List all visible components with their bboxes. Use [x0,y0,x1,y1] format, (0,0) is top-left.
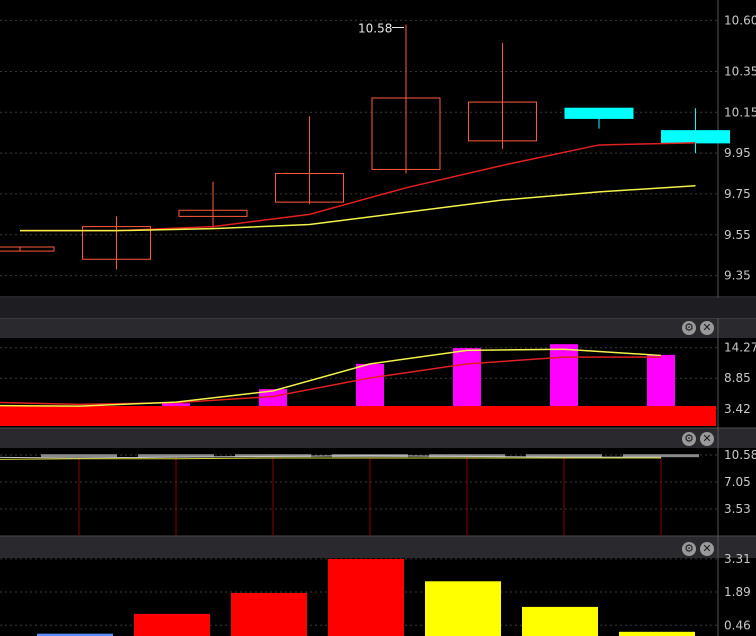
indicator-bar [522,606,598,636]
y-tick-label: 10.60 [724,13,756,27]
indicator-bar [231,592,307,636]
y-tick-label: 3.31 [724,552,751,566]
y-tick-label: 10.35 [724,64,756,78]
volume-bar [550,344,578,406]
y-tick-label: 9.35 [724,269,751,283]
gear-icon[interactable]: ⚙ [682,432,696,446]
candle-body [564,107,634,119]
volume-bar [647,354,675,406]
y-tick-label: 3.53 [724,502,751,516]
volume-bar [453,348,481,406]
y-tick-label: 7.05 [724,475,751,489]
indicator-cap [41,454,117,458]
y-tick-label: 9.55 [724,228,751,242]
panel-header [0,428,756,448]
y-tick-label: 10.15 [724,105,756,119]
indicator-bar [425,581,501,636]
indicator-bar [328,558,404,636]
stock-chart: 10.60 10.35 10.15 9.95 9.75 9.55 9.35 14.27 8.85… [0,0,756,636]
y-tick-label: 3.42 [724,402,751,416]
candle-body [0,246,55,252]
panel-header [0,318,756,338]
panel-header [0,536,756,558]
y-tick-label: 9.95 [724,146,751,160]
gear-icon[interactable]: ⚙ [682,321,696,335]
indicator-bar [134,613,210,636]
volume-bar [356,363,384,406]
close-icon[interactable]: ✕ [700,432,714,446]
y-tick-label: 0.46 [724,618,751,632]
max-price-label: 10.58 [358,21,392,35]
close-icon[interactable]: ✕ [700,321,714,335]
y-tick-label: 14.27 [724,341,756,355]
indicator-bar [619,631,695,636]
volume-bar [162,403,190,406]
y-tick-label: 1.89 [724,585,751,599]
y-tick-label: 9.75 [724,187,751,201]
gear-icon[interactable]: ⚙ [682,542,696,556]
y-tick-label: 8.85 [724,371,751,385]
moving-average-line [20,185,696,232]
baseline-band [0,406,716,426]
moving-average-line [20,142,696,232]
candle-body [661,130,730,144]
panel-gap [0,298,756,318]
close-icon[interactable]: ✕ [700,542,714,556]
y-tick-label: 10.58 [724,448,756,462]
